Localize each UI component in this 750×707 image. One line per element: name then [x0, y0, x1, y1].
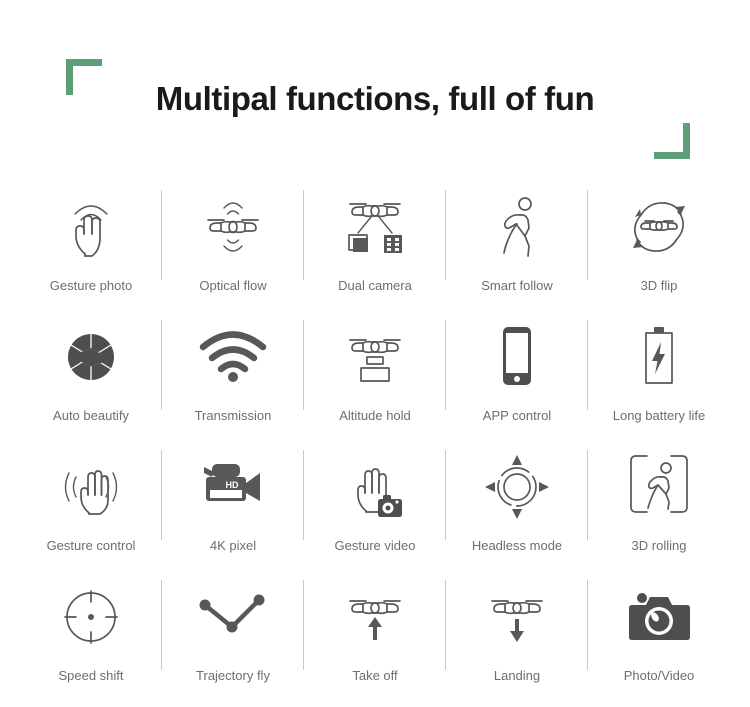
feature-cell-dual-camera[interactable]: Dual camera: [304, 178, 446, 308]
feature-label: Altitude hold: [339, 408, 411, 423]
feature-label: Landing: [493, 668, 541, 683]
feature-cell-trajectory-fly[interactable]: Trajectory fly: [162, 568, 304, 698]
feature-label: APP control: [482, 408, 552, 423]
feature-cell-3d-flip[interactable]: 3D flip: [588, 178, 730, 308]
crosshair-target-icon: [20, 574, 162, 660]
feature-label: Trajectory fly: [196, 668, 270, 683]
feature-label: 3D flip: [640, 278, 678, 293]
feature-cell-3d-rolling[interactable]: 3D rolling: [588, 438, 730, 568]
feature-cell-app-control[interactable]: APP control: [446, 308, 588, 438]
feature-label: Gesture photo: [49, 278, 133, 293]
feature-cell-landing[interactable]: Landing: [446, 568, 588, 698]
battery-bolt-icon: [588, 314, 730, 400]
camcorder-hd-icon: HD: [162, 444, 304, 530]
feature-label: Transmission: [194, 408, 272, 423]
feature-cell-long-battery-life[interactable]: Long battery life: [588, 308, 730, 438]
feature-cell-headless-mode[interactable]: Headless mode: [446, 438, 588, 568]
page-title: Multipal functions, full of fun: [155, 80, 595, 117]
features-grid: Gesture photo Optical flow Dual camera S…: [20, 178, 730, 698]
feature-label: Optical flow: [199, 278, 267, 293]
drone-up-arrow-icon: [304, 574, 446, 660]
open-hand-waves-icon: [20, 444, 162, 530]
running-person-icon: [446, 184, 588, 270]
drone-down-arrow-icon: [446, 574, 588, 660]
feature-cell-take-off[interactable]: Take off: [304, 568, 446, 698]
feature-cell-speed-shift[interactable]: Speed shift: [20, 568, 162, 698]
feature-cell-4k-pixel[interactable]: HD 4K pixel: [162, 438, 304, 568]
feature-label: Speed shift: [58, 668, 124, 683]
feature-label: Gesture control: [46, 538, 136, 553]
feature-label: Gesture video: [334, 538, 416, 553]
feature-label: Smart follow: [481, 278, 553, 293]
feature-cell-transmission[interactable]: Transmission: [162, 308, 304, 438]
four-direction-dial-icon: [446, 444, 588, 530]
feature-label: Long battery life: [612, 408, 706, 423]
feature-cell-auto-beautify[interactable]: Auto beautify: [20, 308, 162, 438]
person-in-brackets-icon: [588, 444, 730, 530]
corner-bracket-bottom-right-icon: [654, 123, 690, 159]
waypoint-path-icon: [162, 574, 304, 660]
feature-cell-altitude-hold[interactable]: Altitude hold: [304, 308, 446, 438]
feature-cell-smart-follow[interactable]: Smart follow: [446, 178, 588, 308]
feature-label: Photo/Video: [623, 668, 695, 683]
hd-badge-text: HD: [226, 480, 239, 490]
feature-grid-page: Multipal functions, full of fun Gesture …: [0, 0, 750, 707]
feature-label: 4K pixel: [209, 538, 257, 553]
feature-label: 3D rolling: [631, 538, 687, 553]
feature-cell-optical-flow[interactable]: Optical flow: [162, 178, 304, 308]
feature-label: Auto beautify: [53, 408, 129, 423]
drone-circular-arrows-icon: [588, 184, 730, 270]
feature-cell-photo-video[interactable]: Photo/Video: [588, 568, 730, 698]
camera-aperture-icon: [20, 314, 162, 400]
drone-sonar-waves-icon: [162, 184, 304, 270]
wifi-signal-icon: [162, 314, 304, 400]
drone-altitude-layers-icon: [304, 314, 446, 400]
drone-photo-video-split-icon: [304, 184, 446, 270]
feature-label: Take off: [352, 668, 398, 683]
hand-two-fingers-waves-icon: [20, 184, 162, 270]
feature-cell-gesture-photo[interactable]: Gesture photo: [20, 178, 162, 308]
feature-cell-gesture-control[interactable]: Gesture control: [20, 438, 162, 568]
hand-camera-icon: [304, 444, 446, 530]
camera-filled-icon: [588, 574, 730, 660]
smartphone-icon: [446, 314, 588, 400]
feature-cell-gesture-video[interactable]: Gesture video: [304, 438, 446, 568]
feature-label: Headless mode: [471, 538, 563, 553]
feature-label: Dual camera: [338, 278, 412, 293]
